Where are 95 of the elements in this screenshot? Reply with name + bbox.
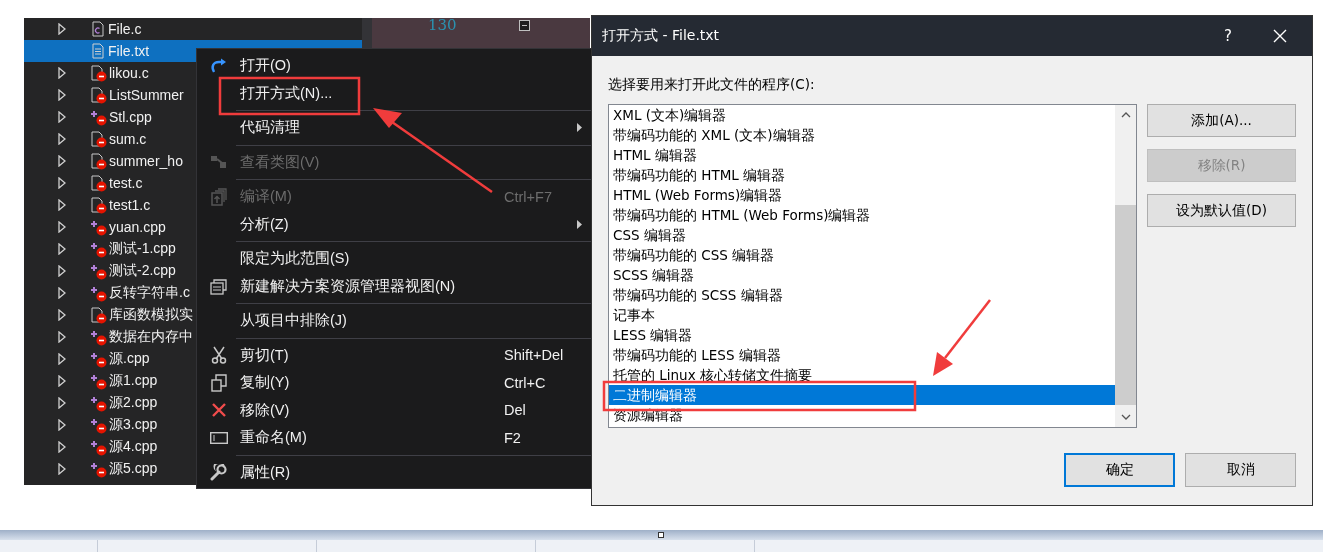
dialog-button[interactable]: 添加(A)... (1147, 104, 1296, 137)
expand-icon[interactable] (58, 331, 66, 343)
program-item[interactable]: 带编码功能的 HTML 编辑器 (609, 165, 1115, 185)
excluded-cpp-icon (90, 328, 107, 346)
expand-icon[interactable] (58, 441, 66, 453)
expand-icon[interactable] (58, 221, 66, 233)
close-icon (1273, 29, 1287, 43)
excluded-cpp-icon (90, 240, 107, 258)
collapse-icon[interactable] (518, 19, 530, 31)
excluded-file-icon (90, 130, 107, 148)
menu-item[interactable]: 代码清理 (197, 114, 593, 142)
expand-icon[interactable] (58, 375, 66, 387)
expand-icon[interactable] (58, 287, 66, 299)
program-item[interactable]: 记事本 (609, 305, 1115, 325)
menu-item[interactable]: 属性(R) (197, 458, 593, 486)
redo-icon (209, 57, 228, 74)
expand-icon[interactable] (58, 397, 66, 409)
scroll-down-icon[interactable] (1120, 414, 1131, 420)
excluded-cpp-icon (90, 416, 107, 434)
menu-item[interactable]: 新建解决方案资源管理器视图(N) (197, 272, 593, 300)
program-item[interactable]: HTML 编辑器 (609, 145, 1115, 165)
line-number: 130 (428, 16, 457, 34)
excluded-cpp-icon (90, 108, 107, 126)
dialog-button[interactable]: 取消 (1185, 453, 1296, 487)
file-icon (90, 21, 106, 37)
excluded-cpp-icon (90, 438, 107, 456)
prompt-label: 选择要用来打开此文件的程序(C): (608, 76, 816, 94)
scrollbar[interactable] (1115, 105, 1136, 427)
help-button[interactable]: ? (1202, 16, 1254, 56)
expand-icon[interactable] (58, 155, 66, 167)
expand-icon[interactable] (58, 23, 66, 35)
excluded-file-icon (90, 86, 107, 104)
shortcut-text: Shift+Del (504, 347, 564, 364)
menu-item[interactable]: 打开方式(N)... (197, 79, 593, 107)
excluded-file-icon (90, 306, 107, 324)
program-item[interactable]: XML (文本)编辑器 (609, 105, 1115, 125)
program-item[interactable]: 二进制编辑器 (609, 385, 1115, 405)
expand-icon[interactable] (58, 309, 66, 321)
dialog-button[interactable]: 设为默认值(D) (1147, 194, 1296, 227)
program-item[interactable]: 带编码功能的 CSS 编辑器 (609, 245, 1115, 265)
windows-icon (209, 277, 228, 295)
program-item[interactable]: SCSS 编辑器 (609, 265, 1115, 285)
excluded-cpp-icon (90, 350, 107, 368)
program-item[interactable]: 带编码功能的 HTML (Web Forms)编辑器 (609, 205, 1115, 225)
menu-item[interactable]: 从项目中排除(J) (197, 307, 593, 335)
menu-item[interactable]: 分析(Z) (197, 210, 593, 238)
copy-icon (210, 373, 227, 392)
scroll-thumb[interactable] (1115, 205, 1136, 405)
menu-item[interactable]: 复制(Y) Ctrl+C (197, 369, 593, 397)
expand-icon[interactable] (58, 89, 66, 101)
program-item[interactable]: HTML (Web Forms)编辑器 (609, 185, 1115, 205)
excluded-file-icon (90, 196, 107, 214)
shortcut-text: Ctrl+F7 (504, 188, 552, 205)
excluded-cpp-icon (90, 394, 107, 412)
excluded-cpp-icon (90, 460, 107, 478)
expand-icon[interactable] (58, 353, 66, 365)
program-item[interactable]: LESS 编辑器 (609, 325, 1115, 345)
program-item[interactable]: 带编码功能的 SCSS 编辑器 (609, 285, 1115, 305)
program-item[interactable]: 带编码功能的 XML (文本)编辑器 (609, 125, 1115, 145)
build-icon (209, 187, 228, 206)
excluded-cpp-icon (90, 262, 107, 280)
program-item[interactable]: CSS 编辑器 (609, 225, 1115, 245)
close-icon (210, 402, 227, 419)
dialog-button[interactable]: 确定 (1064, 453, 1175, 487)
menu-item[interactable]: 移除(V) Del (197, 396, 593, 424)
shortcut-text: Del (504, 402, 526, 419)
tree-item[interactable]: File.c (24, 18, 362, 40)
excluded-file-icon (90, 64, 107, 82)
wrench-icon (210, 463, 227, 481)
cut-icon (210, 346, 227, 365)
rename-icon (209, 431, 228, 444)
expand-icon[interactable] (58, 111, 66, 123)
shortcut-text: Ctrl+C (504, 374, 546, 391)
class-diagram-icon (209, 154, 228, 171)
excluded-cpp-icon (90, 218, 107, 236)
shortcut-text: F2 (504, 429, 521, 446)
excluded-file-icon (90, 152, 107, 170)
menu-item[interactable]: 限定为此范围(S) (197, 245, 593, 273)
excluded-cpp-icon (90, 372, 107, 390)
menu-item[interactable]: 重命名(M) F2 (197, 424, 593, 452)
excluded-file-icon (90, 174, 107, 192)
expand-icon[interactable] (58, 243, 66, 255)
expand-icon[interactable] (58, 463, 66, 475)
expand-icon[interactable] (58, 133, 66, 145)
excluded-cpp-icon (90, 284, 107, 302)
expand-icon[interactable] (58, 67, 66, 79)
expand-icon[interactable] (58, 199, 66, 211)
expand-icon[interactable] (58, 419, 66, 431)
expand-icon[interactable] (58, 265, 66, 277)
expand-icon[interactable] (58, 177, 66, 189)
menu-item[interactable]: 剪切(T) Shift+Del (197, 341, 593, 369)
scroll-up-icon[interactable] (1120, 112, 1131, 118)
document-icon (90, 43, 106, 59)
program-item[interactable]: 带编码功能的 LESS 编辑器 (609, 345, 1115, 365)
window-title: 打开方式 - File.txt (602, 27, 721, 45)
